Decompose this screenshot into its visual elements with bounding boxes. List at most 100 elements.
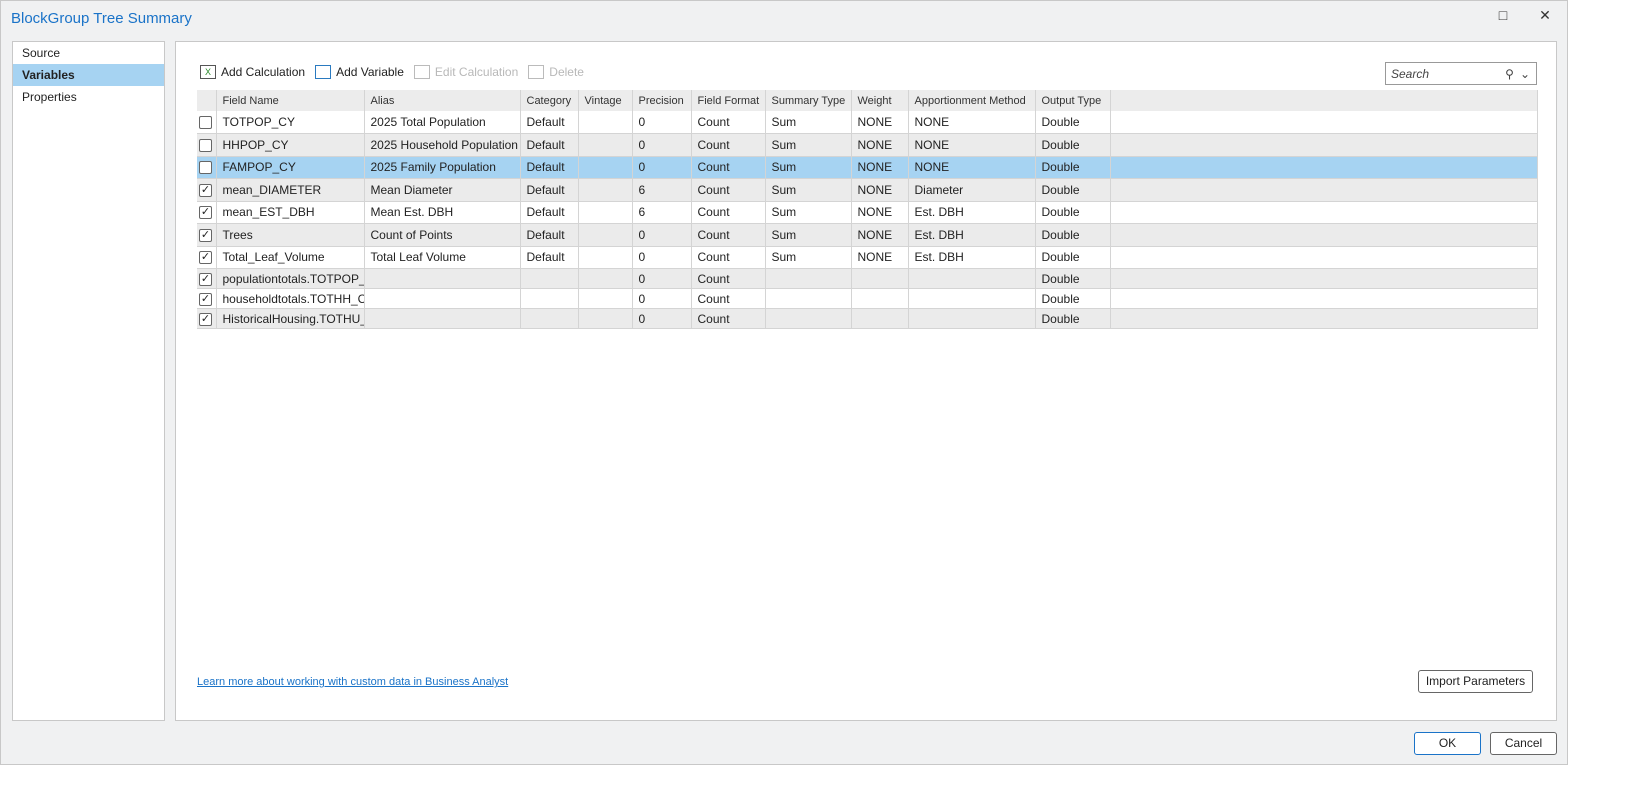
- table-row[interactable]: ✓ mean_EST_DBH Mean Est. DBH Default 6 Count S…: [197, 201, 1538, 224]
- table-row[interactable]: ✓ HistoricalHousing.TOTHU_CY 0Count Double: [197, 308, 1538, 329]
- table-cell: [364, 288, 521, 309]
- table-cell: [851, 308, 909, 329]
- table-cell: [578, 268, 633, 289]
- table-cell: NONE: [908, 133, 1036, 157]
- maximize-button[interactable]: □: [1491, 7, 1515, 27]
- table-cell: 0: [632, 268, 692, 289]
- table-cell: [578, 308, 633, 329]
- table-cell: Sum: [765, 133, 852, 157]
- nav-item-source[interactable]: Source: [13, 42, 164, 64]
- column-header[interactable]: Output Type: [1035, 90, 1111, 111]
- table-cell: NONE: [851, 178, 909, 202]
- row-checkbox[interactable]: ✓: [199, 206, 212, 220]
- delete-button[interactable]: Delete: [528, 65, 584, 79]
- learn-more-link[interactable]: Learn more about working with custom dat…: [197, 676, 508, 688]
- table-cell: NONE: [908, 111, 1036, 134]
- import-parameters-button[interactable]: Import Parameters: [1418, 670, 1533, 693]
- search-input[interactable]: Search ⚲ ⌄: [1385, 62, 1537, 85]
- edit-calculation-button[interactable]: Edit Calculation: [413, 65, 518, 79]
- column-header[interactable]: Precision: [632, 90, 692, 111]
- table-cell: Sum: [765, 156, 852, 179]
- table-cell: [520, 288, 579, 309]
- table-cell: [908, 288, 1036, 309]
- table-cell: 0: [632, 308, 692, 329]
- column-header[interactable]: Summary Type: [765, 90, 852, 111]
- close-button[interactable]: ✕: [1533, 7, 1557, 27]
- row-checkbox[interactable]: [199, 161, 212, 175]
- column-header[interactable]: Weight: [851, 90, 909, 111]
- table-row[interactable]: FAMPOP_CY 2025 Family Population Default 0 C…: [197, 156, 1538, 179]
- window-title: BlockGroup Tree Summary: [11, 10, 192, 27]
- table-cell: HHPOP_CY: [216, 133, 365, 157]
- table-cell: Double: [1035, 308, 1111, 329]
- add-variable-button[interactable]: Add Variable: [315, 65, 404, 79]
- row-checkbox[interactable]: ✓: [199, 228, 212, 242]
- table-cell: HistoricalHousing.TOTHU_CY: [216, 308, 365, 329]
- table-row[interactable]: ✓ Trees Count of Points Default 0 Count Sum NON…: [197, 223, 1538, 247]
- column-header[interactable]: Category: [520, 90, 579, 111]
- filler-cell: [1110, 178, 1538, 202]
- table-cell: Double: [1035, 246, 1111, 269]
- row-checkbox[interactable]: ✓: [199, 272, 212, 286]
- table-cell: Sum: [765, 111, 852, 134]
- table-cell: populationtotals.TOTPOP_CY: [216, 268, 365, 289]
- delete-table-icon: [528, 65, 545, 79]
- ok-button[interactable]: OK: [1414, 732, 1481, 755]
- table-cell: 0: [632, 288, 692, 309]
- column-header[interactable]: Apportionment Method: [908, 90, 1036, 111]
- table-cell: Default: [520, 156, 579, 179]
- table-cell: [520, 308, 579, 329]
- table-cell: Double: [1035, 178, 1111, 202]
- nav-item-variables[interactable]: Variables: [13, 64, 164, 86]
- row-checkbox[interactable]: [199, 116, 212, 130]
- column-header[interactable]: Vintage: [578, 90, 633, 111]
- table-row[interactable]: TOTPOP_CY 2025 Total Population Default 0 Co…: [197, 111, 1538, 134]
- table-cell: Total_Leaf_Volume: [216, 246, 365, 269]
- table-row[interactable]: HHPOP_CY 2025 Household Population Default…: [197, 133, 1538, 157]
- select-column-header: [197, 90, 217, 111]
- column-header[interactable]: Field Format: [691, 90, 766, 111]
- filler-cell: [1110, 288, 1538, 309]
- table-cell: 0: [632, 246, 692, 269]
- table-cell: Count of Points: [364, 223, 521, 247]
- table-row[interactable]: ✓ mean_DIAMETER Mean Diameter Default 6 Count…: [197, 178, 1538, 202]
- cancel-button[interactable]: Cancel: [1490, 732, 1557, 755]
- table-cell: [364, 268, 521, 289]
- add-calculation-button[interactable]: X Add Calculation: [200, 65, 305, 79]
- filler-cell: [1110, 156, 1538, 179]
- table-cell: [578, 156, 633, 179]
- table-cell: NONE: [851, 201, 909, 224]
- table-cell: TOTPOP_CY: [216, 111, 365, 134]
- chevron-down-icon[interactable]: ⌄: [1520, 67, 1530, 81]
- filler-cell: [1110, 308, 1538, 329]
- row-checkbox[interactable]: ✓: [199, 251, 212, 265]
- table-cell: [908, 308, 1036, 329]
- table-cell: Double: [1035, 288, 1111, 309]
- variables-panel: X Add Calculation Add Variable Edit Calcu…: [175, 41, 1557, 721]
- column-header[interactable]: Alias: [364, 90, 521, 111]
- table-cell: 2025 Family Population: [364, 156, 521, 179]
- table-cell: Default: [520, 111, 579, 134]
- row-checkbox[interactable]: ✓: [199, 183, 212, 197]
- table-cell: Sum: [765, 201, 852, 224]
- table-cell: Count: [691, 308, 766, 329]
- row-checkbox[interactable]: [199, 138, 212, 152]
- dialog-window: BlockGroup Tree Summary □ ✕ Source Varia…: [0, 0, 1568, 765]
- column-header[interactable]: Field Name: [216, 90, 365, 111]
- search-icon[interactable]: ⚲: [1505, 67, 1514, 81]
- table-cell: Double: [1035, 223, 1111, 247]
- add-variable-icon: [315, 65, 332, 79]
- row-checkbox[interactable]: ✓: [199, 292, 212, 306]
- row-checkbox[interactable]: ✓: [199, 312, 212, 326]
- table-cell: Est. DBH: [908, 201, 1036, 224]
- table-cell: [578, 178, 633, 202]
- nav-item-properties[interactable]: Properties: [13, 86, 164, 108]
- table-row[interactable]: ✓ householdtotals.TOTHH_CY 0 Count Double: [197, 288, 1538, 309]
- table-row[interactable]: ✓ populationtotals.TOTPOP_CY 0Count Double: [197, 268, 1538, 289]
- table-cell: Double: [1035, 111, 1111, 134]
- table-cell: Default: [520, 133, 579, 157]
- table-cell: Count: [691, 133, 766, 157]
- table-cell: 2025 Household Population: [364, 133, 521, 157]
- table-cell: NONE: [851, 156, 909, 179]
- table-row[interactable]: ✓ Total_Leaf_Volume Total Leaf Volume Defau…: [197, 246, 1538, 269]
